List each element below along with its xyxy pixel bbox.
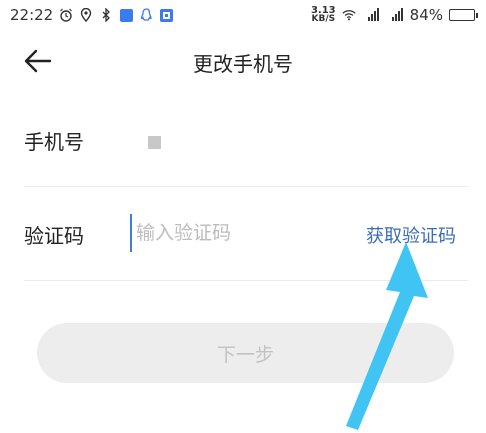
next-step-button[interactable]: 下一步 — [37, 323, 454, 383]
verification-code-input[interactable] — [130, 214, 348, 252]
status-bar: 22:22 3.13 KB/S 84% — [0, 0, 486, 30]
page-title: 更改手机号 — [193, 52, 293, 76]
qq-icon — [139, 8, 153, 22]
app-notification-icon — [159, 8, 173, 22]
battery-percent: 84% — [409, 6, 443, 24]
status-bar-left: 22:22 — [10, 6, 173, 24]
status-bar-right: 3.13 KB/S 84% — [311, 6, 478, 24]
phone-label: 手机号 — [24, 130, 84, 154]
wifi-icon — [342, 8, 356, 22]
signal-4g-icon — [386, 8, 404, 22]
alarm-icon — [59, 8, 73, 22]
network-speed: 3.13 KB/S — [310, 5, 336, 24]
shield-app-icon — [119, 8, 133, 22]
get-code-button[interactable]: 获取验证码 — [366, 222, 456, 248]
change-phone-page: 22:22 3.13 KB/S 84% 更改手机号 手机号 验证码 输入验证码 … — [0, 0, 486, 433]
status-time: 22:22 — [10, 6, 54, 24]
masked-phone-number — [148, 136, 161, 149]
nav-header: 更改手机号 — [0, 36, 486, 86]
phone-number-row: 手机号 — [24, 92, 468, 187]
signal-icon — [362, 8, 380, 22]
verification-code-row: 验证码 获取验证码 — [24, 186, 468, 281]
location-icon — [79, 8, 93, 22]
bluetooth-icon — [99, 8, 113, 22]
code-label: 验证码 — [24, 224, 84, 248]
battery-icon — [449, 9, 478, 21]
